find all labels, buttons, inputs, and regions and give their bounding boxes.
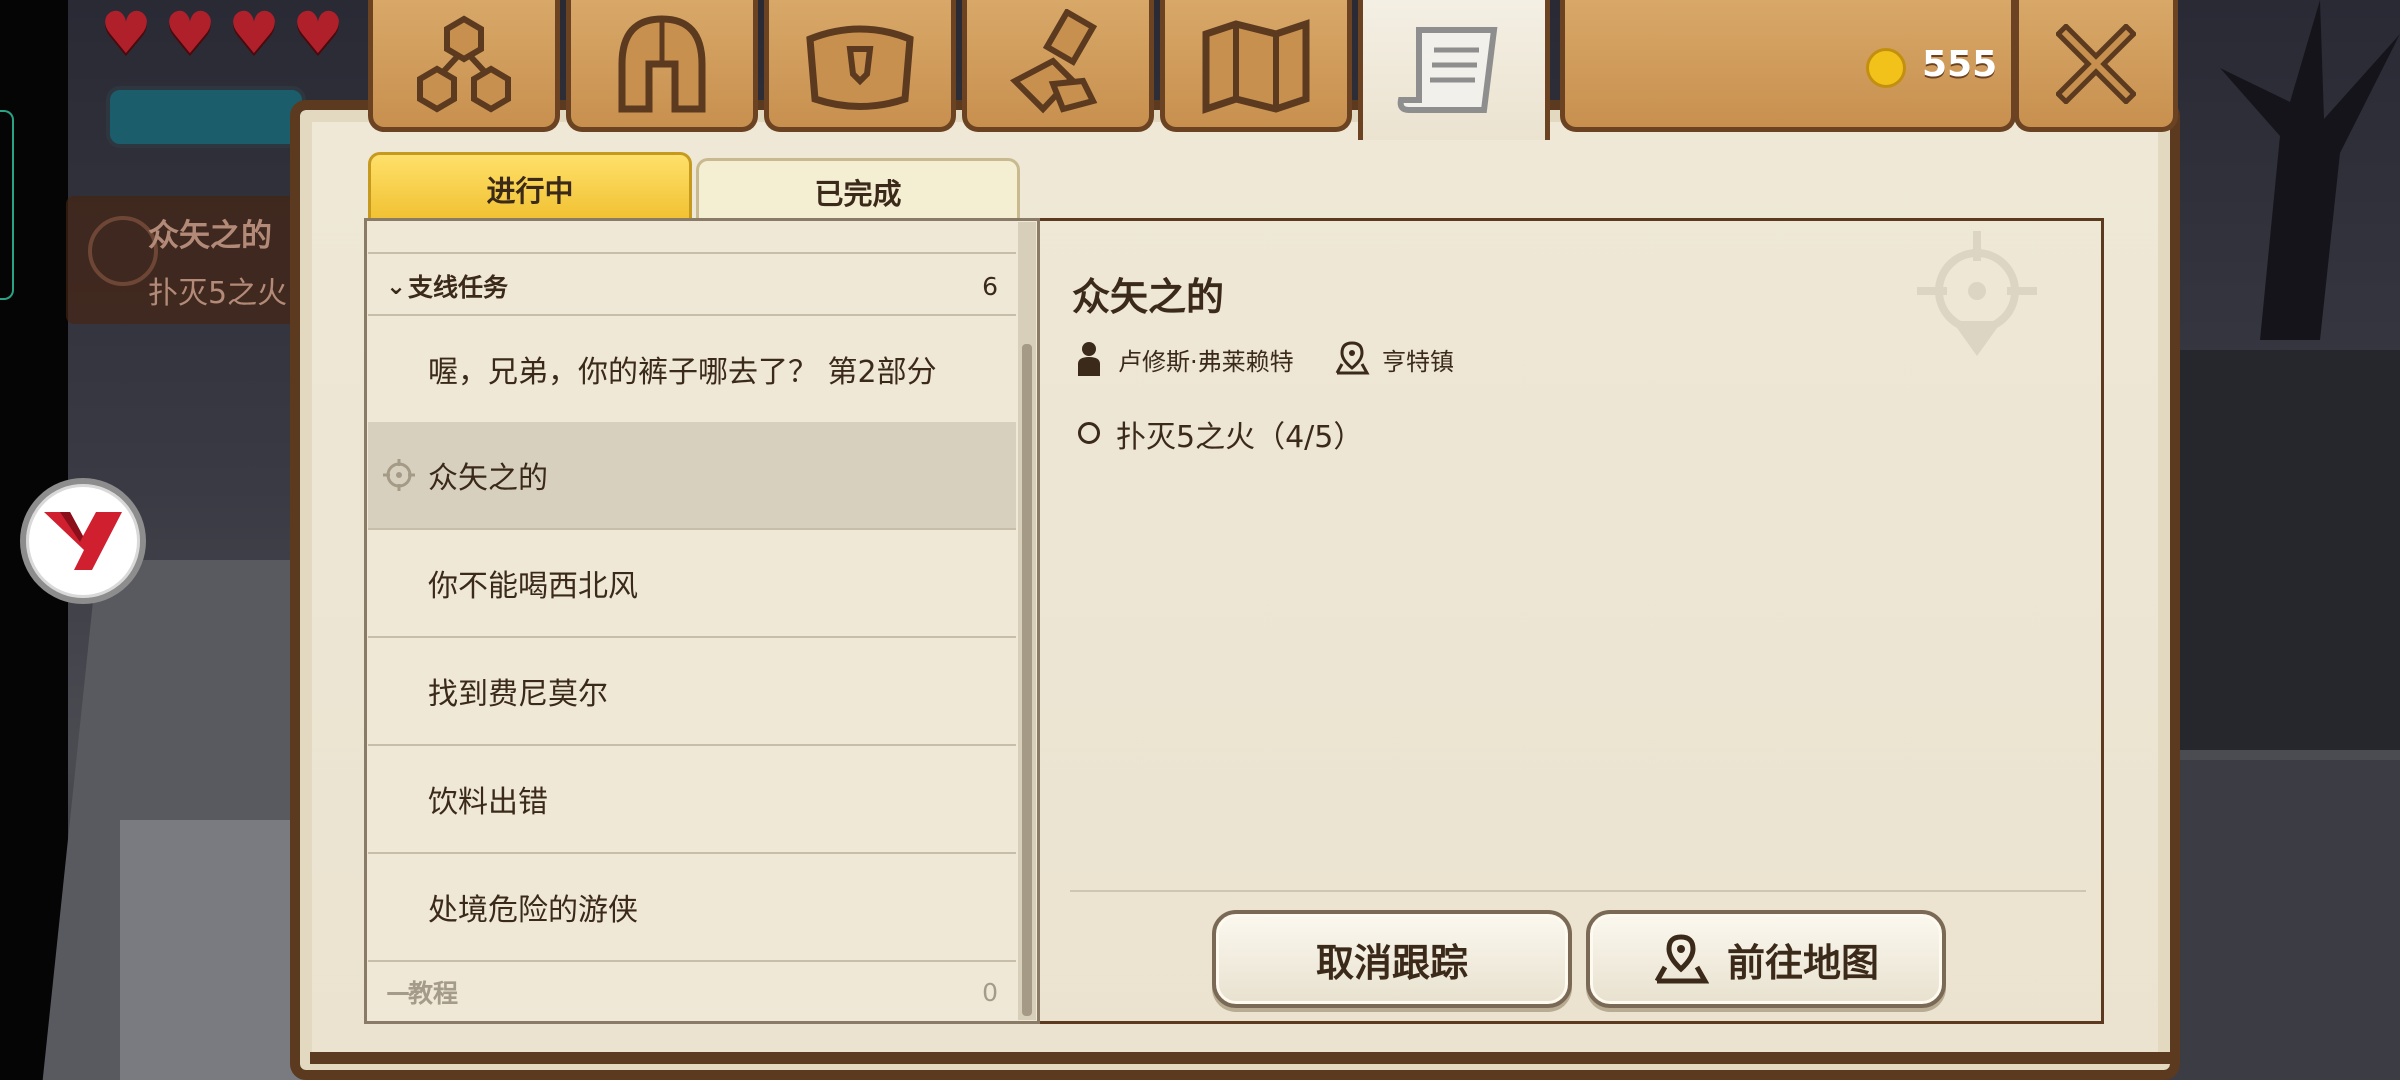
app-logo[interactable] — [20, 478, 146, 604]
quest-name: 你不能喝西北风 — [428, 569, 638, 604]
gold-amount: 555 — [1922, 44, 1998, 85]
map-icon — [1202, 18, 1310, 114]
quest-name: 喔，兄弟，你的裤子哪去了？ 第2部分 — [428, 355, 937, 390]
map-pin-icon — [1654, 934, 1709, 984]
location-pin-icon — [1335, 341, 1370, 375]
hud-tracked-quest[interactable]: 众矢之的 扑灭5之火 — [66, 196, 306, 324]
untrack-button[interactable]: 取消跟踪 — [1212, 910, 1572, 1008]
quest-name: 众矢之的 — [428, 461, 548, 496]
quest-name: 饮料出错 — [428, 785, 548, 820]
row-divider — [368, 252, 1016, 254]
tab-skills[interactable] — [368, 0, 560, 132]
heart-icon: ♥ — [100, 0, 152, 67]
heart-icon: ♥ — [164, 0, 216, 67]
close-button[interactable] — [2014, 0, 2178, 132]
detail-divider — [1070, 890, 2086, 892]
close-icon — [2056, 23, 2136, 104]
collapse-dash-icon: — — [386, 978, 410, 1006]
list-item-selected[interactable]: 众矢之的 — [368, 422, 1016, 528]
list-item[interactable]: 找到费尼莫尔 — [368, 638, 1016, 744]
list-item[interactable]: 喔，兄弟，你的裤子哪去了？ 第2部分 — [368, 316, 1016, 422]
target-watermark-icon — [1917, 231, 2037, 356]
skill-tree-icon — [417, 15, 511, 112]
section-side-quests[interactable]: ⌄ 支线任务 6 — [368, 258, 1016, 314]
quest-location: 亨特镇 — [1382, 348, 1454, 376]
craft-hammer-icon — [1009, 8, 1098, 113]
person-icon — [1078, 342, 1100, 376]
scene-rock — [120, 820, 320, 1080]
coin-icon — [1866, 48, 1906, 88]
tab-equipment[interactable] — [566, 0, 758, 132]
scene-rock — [2150, 350, 2400, 750]
quest-name: 处境危险的游侠 — [428, 893, 638, 928]
section-count: 0 — [982, 977, 998, 1007]
go-to-map-label: 前往地图 — [1726, 940, 1879, 985]
logo-mark-icon — [44, 512, 122, 570]
edge-side-handle[interactable] — [0, 110, 14, 300]
section-tutorial[interactable]: — 教程 0 — [368, 964, 1016, 1020]
hud-quest-title: 众矢之的 — [148, 218, 272, 254]
quest-name: 找到费尼莫尔 — [428, 677, 608, 712]
bag-icon — [806, 25, 914, 110]
tab-completed[interactable]: 已完成 — [696, 158, 1020, 222]
hud-quest-objective: 扑灭5之火 — [148, 276, 288, 311]
list-item[interactable]: 你不能喝西北风 — [368, 530, 1016, 636]
quest-scroll-icon — [1397, 27, 1498, 113]
scrollbar-thumb[interactable] — [1022, 344, 1032, 1016]
tab-in-progress[interactable]: 进行中 — [368, 152, 692, 222]
list-item[interactable]: 饮料出错 — [368, 746, 1016, 852]
target-icon — [383, 459, 415, 491]
tab-crafting[interactable] — [962, 0, 1154, 132]
quest-title: 众矢之的 — [1072, 275, 1225, 319]
helmet-icon — [618, 14, 706, 112]
panel-bottom-rim — [310, 1052, 2170, 1064]
list-item[interactable]: 处境危险的游侠 — [368, 854, 1016, 960]
row-divider — [368, 960, 1016, 962]
quest-giver: 卢修斯·弗莱赖特 — [1118, 348, 1294, 376]
tab-map[interactable] — [1160, 0, 1352, 132]
quest-objective: 扑灭5之火（4/5） — [1116, 420, 1364, 455]
energy-bar — [106, 86, 306, 148]
untrack-label: 取消跟踪 — [1315, 940, 1468, 985]
scene-rock — [2160, 760, 2400, 1080]
chevron-down-icon: ⌄ — [386, 272, 407, 300]
section-count: 6 — [982, 271, 998, 301]
section-label: 支线任务 — [408, 273, 509, 302]
go-to-map-button[interactable]: 前往地图 — [1586, 910, 1946, 1008]
scene-tree — [2220, 0, 2400, 340]
tab-quests[interactable] — [1358, 0, 1550, 140]
section-label: 教程 — [408, 979, 459, 1008]
objective-status-icon — [1078, 422, 1100, 444]
tab-inventory[interactable] — [764, 0, 956, 132]
heart-icon: ♥ — [228, 0, 280, 67]
